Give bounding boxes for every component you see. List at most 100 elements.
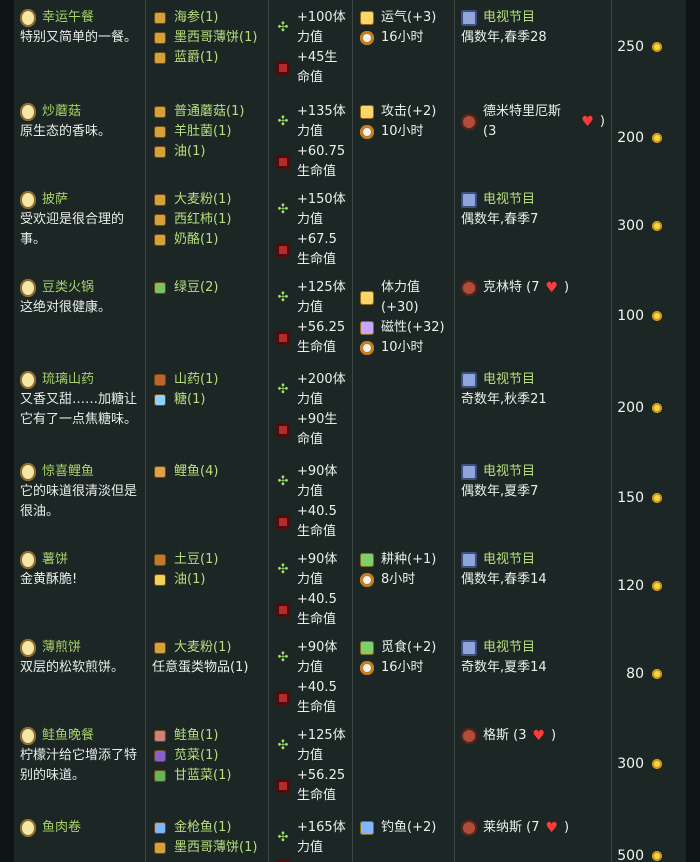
npc-icon xyxy=(461,728,477,744)
recipe-row-salmondinner: 鲑鱼晚餐 柠檬汁给它增添了特别的味道。 鲑鱼(1) 苋菜(1) 甘蓝菜(1) ✣… xyxy=(14,718,686,811)
tuna-icon xyxy=(152,820,168,836)
energy-value: ✣ +90体力值 xyxy=(275,638,346,678)
tv-icon xyxy=(461,640,477,656)
recipe-row-beanhotpot: 豆类火锅 这绝对很健康。 绿豆(2) ✣ +125体力值 +56.25生命值 体力… xyxy=(14,270,686,363)
ingredient: 土豆(1) xyxy=(152,550,262,570)
health-value: +56.25生命值 xyxy=(275,318,346,358)
coin-icon xyxy=(652,42,662,52)
buff-duration: 10小时 xyxy=(359,338,448,358)
ingredient: 鲑鱼(1) xyxy=(152,726,262,746)
health-value: +40.5生命值 xyxy=(275,678,346,718)
ingredient: 大麦粉(1) xyxy=(152,638,262,658)
flour-icon xyxy=(152,640,168,656)
recipe-cell: 豆类火锅 这绝对很健康。 xyxy=(14,270,146,362)
ingredient: 羊肚菌(1) xyxy=(152,122,262,142)
coin-icon xyxy=(652,133,662,143)
buff-duration: 16小时 xyxy=(359,28,448,48)
price: 200 xyxy=(617,128,662,148)
recipe-desc: 原生态的香味。 xyxy=(20,124,112,139)
buff-cell: 体力值(+30) 磁性(+32) 10小时 xyxy=(353,270,455,362)
source-title: 电视节目 xyxy=(461,550,605,570)
ingredients-cell: 大麦粉(1) 任意蛋类物品(1) xyxy=(146,630,269,718)
buff-duration: 10小时 xyxy=(359,122,448,142)
health-value: +90生命值 xyxy=(275,410,346,450)
ingredient-icon xyxy=(152,104,168,120)
recipe-row-glazedyam: 琉璃山药 又香又甜……加糖让它有了一点焦糖味。 山药(1) 糖(1) ✣ +200… xyxy=(14,362,686,455)
heart-icon: ♥ xyxy=(581,114,594,130)
recipe-cell: 惊喜鲤鱼 它的味道很清淡但是很油。 xyxy=(14,454,146,542)
price-cell: 80 xyxy=(612,630,686,718)
energy-icon: ✣ xyxy=(277,20,289,35)
price: 100 xyxy=(617,306,662,326)
buff-cell: 运气(+3) 16小时 xyxy=(353,0,455,94)
energy-icon: ✣ xyxy=(277,830,289,845)
tv-icon xyxy=(461,372,477,388)
clock-icon xyxy=(359,340,375,356)
recipe-cell: 炒蘑菇 原生态的香味。 xyxy=(14,94,146,182)
coin-icon xyxy=(652,759,662,769)
health-icon xyxy=(275,242,291,258)
buff-cell: 钓鱼(+2) xyxy=(353,810,455,862)
clock-icon xyxy=(359,30,375,46)
ingredients-cell: 大麦粉(1) 西红柿(1) 奶酪(1) xyxy=(146,182,269,270)
ingredient-icon xyxy=(152,10,168,26)
energy-value: ✣ +200体力值 xyxy=(275,370,346,410)
potato-icon xyxy=(152,552,168,568)
energy-value: ✣ +165体力值 xyxy=(275,818,346,858)
npc-icon xyxy=(461,280,477,296)
recipe-name: 披萨 xyxy=(20,190,139,210)
source-title: 电视节目 xyxy=(461,190,605,210)
ingredients-cell: 土豆(1) 油(1) xyxy=(146,542,269,630)
coin-icon xyxy=(652,221,662,231)
recipe-name: 薯饼 xyxy=(20,550,139,570)
ingredient: 西红柿(1) xyxy=(152,210,262,230)
sugar-icon xyxy=(152,392,168,408)
recipe-row-friedmushroom: 炒蘑菇 原生态的香味。 普通蘑菇(1) 羊肚菌(1) 油(1) ✣ +135体力值… xyxy=(14,94,686,183)
kale-icon xyxy=(152,768,168,784)
coin-icon xyxy=(652,669,662,679)
heart-icon: ♥ xyxy=(545,280,559,296)
ingredient: 绿豆(2) xyxy=(152,278,262,298)
recipe-row-pancakes: 薄煎饼 双层的松软煎饼。 大麦粉(1) 任意蛋类物品(1) ✣ +90体力值 +4… xyxy=(14,630,686,719)
ingredients-cell: 海参(1) 墨西哥薄饼(1) 蓝爵(1) xyxy=(146,0,269,94)
buff: 钓鱼(+2) xyxy=(359,818,448,838)
recipes-table: 幸运午餐 特别又简单的一餐。 海参(1) 墨西哥薄饼(1) 蓝爵(1) ✣ +10… xyxy=(14,0,686,862)
restore-cell: ✣ +135体力值 +60.75生命值 xyxy=(269,94,353,182)
clock-icon xyxy=(359,572,375,588)
recipe-cell: 鲑鱼晚餐 柠檬汁给它增添了特别的味道。 xyxy=(14,718,146,810)
recipe-desc: 双层的松软煎饼。 xyxy=(20,660,125,675)
fish-icon xyxy=(152,464,168,480)
dish-icon xyxy=(20,103,36,121)
farming-icon xyxy=(359,552,375,568)
ingredient: 海参(1) xyxy=(152,8,262,28)
ingredient: 蓝爵(1) xyxy=(152,48,262,68)
heart-icon: ♥ xyxy=(545,820,559,836)
health-icon xyxy=(275,858,291,862)
coin-icon xyxy=(652,851,662,861)
ingredient: 糖(1) xyxy=(152,390,262,410)
ingredient: 甘蓝菜(1) xyxy=(152,766,262,786)
health-icon xyxy=(275,154,291,170)
source-title: 电视节目 xyxy=(461,462,605,482)
dish-icon xyxy=(20,819,36,837)
restore-cell: ✣ +90体力值 +40.5生命值 xyxy=(269,630,353,718)
health-value xyxy=(275,858,346,862)
health-value: +40.5生命值 xyxy=(275,590,346,630)
ingredient-icon xyxy=(152,50,168,66)
price-cell: 100 xyxy=(612,270,686,362)
ingredient: 墨西哥薄饼(1) xyxy=(152,838,262,858)
dish-icon xyxy=(20,279,36,297)
source-cell: 电视节目 偶数年,春季28 xyxy=(455,0,612,94)
price-cell: 250 xyxy=(612,0,686,94)
source-title: 电视节目 xyxy=(461,370,605,390)
ingredient-icon xyxy=(152,232,168,248)
source-cell: 莱纳斯 (7 ♥ ) xyxy=(455,810,612,862)
price-cell: 300 xyxy=(612,718,686,810)
npc-icon xyxy=(461,114,477,130)
energy-icon: ✣ xyxy=(277,202,289,217)
source-date: 偶数年,夏季7 xyxy=(461,484,539,499)
coin-icon xyxy=(652,311,662,321)
recipe-name: 琉璃山药 xyxy=(20,370,139,390)
restore-cell: ✣ +200体力值 +90生命值 xyxy=(269,362,353,454)
price: 500 xyxy=(617,846,662,862)
